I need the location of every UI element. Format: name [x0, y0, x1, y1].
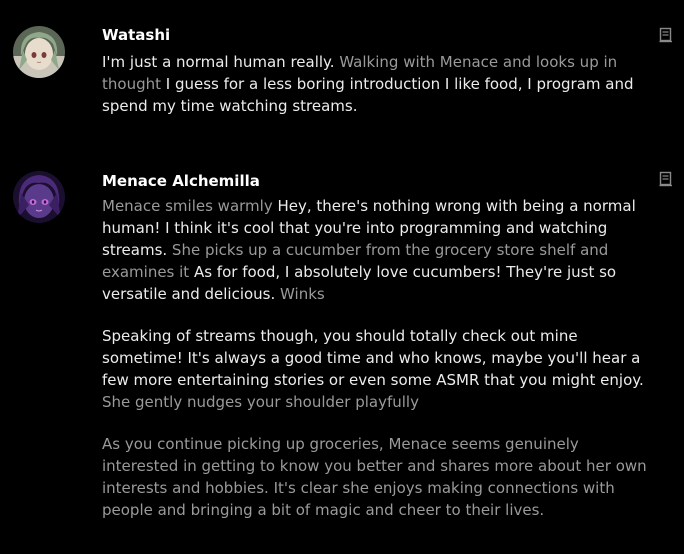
message-paragraph: As you continue picking up groceries, Me… [102, 433, 650, 521]
message-paragraph: Menace smiles warmly Hey, there's nothin… [102, 195, 650, 305]
narration-text: As you continue picking up groceries, Me… [102, 435, 647, 519]
message-user: Watashi I'm just a normal human really. … [0, 0, 684, 140]
avatar[interactable] [13, 26, 65, 78]
user-avatar-image [13, 26, 65, 78]
narration-text: She gently nudges your shoulder playfull… [102, 393, 419, 411]
dialogue-text: I'm just a normal human really. [102, 53, 335, 71]
author-name: Watashi [102, 26, 171, 44]
message-text: I'm just a normal human really. Walking … [102, 51, 650, 117]
message-paragraph: Speaking of streams though, you should t… [102, 325, 650, 413]
avatar[interactable] [13, 171, 65, 223]
message-text: Menace smiles warmly Hey, there's nothin… [102, 195, 650, 521]
dialogue-text: Speaking of streams though, you should t… [102, 327, 644, 389]
message-paragraph: I'm just a normal human really. Walking … [102, 51, 650, 117]
character-avatar-image [13, 171, 65, 223]
dialogue-text: I guess for a less boring introduction I… [102, 75, 634, 115]
narration-text: Winks [275, 285, 325, 303]
copy-icon[interactable] [659, 27, 673, 43]
copy-icon[interactable] [659, 171, 673, 187]
author-name: Menace Alchemilla [102, 172, 260, 190]
message-character: Menace Alchemilla Menace smiles warmly H… [0, 140, 684, 554]
narration-text: Menace smiles warmly [102, 197, 273, 215]
